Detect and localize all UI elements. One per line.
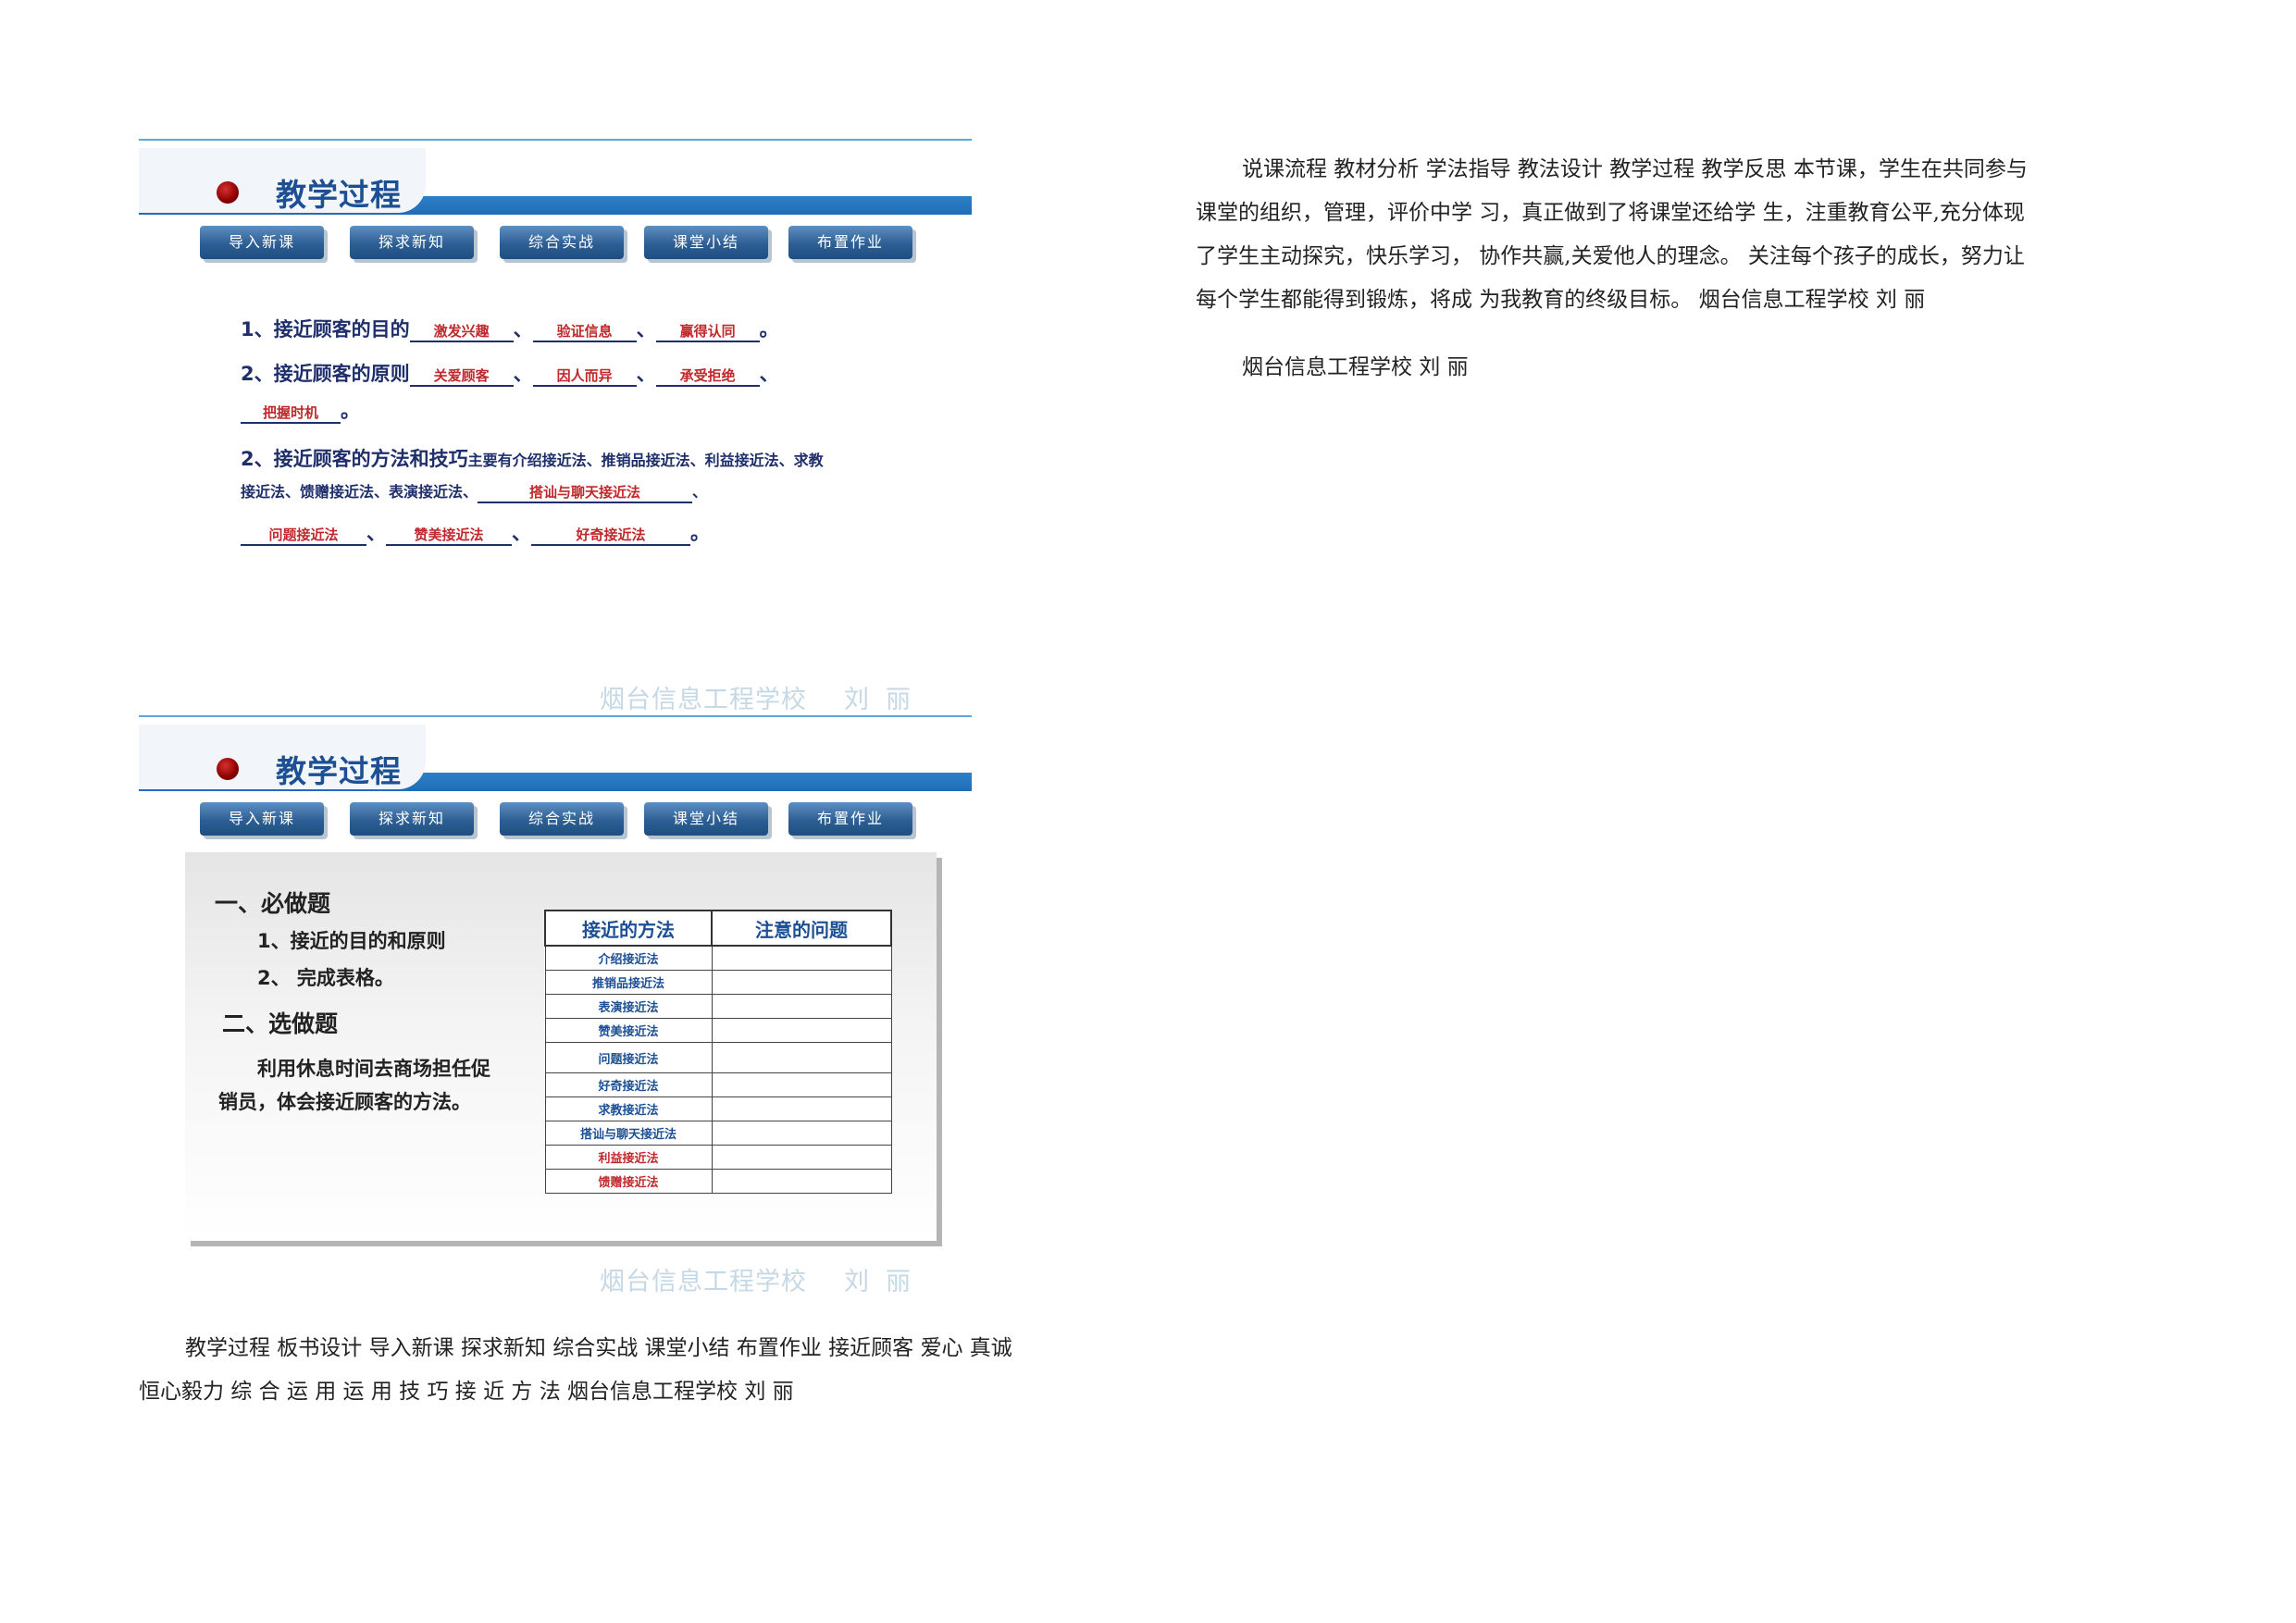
nav-button-homework[interactable]: 布置作业 <box>788 226 912 259</box>
approach-methods-table: 接近的方法 注意的问题 介绍接近法 推销品接近法 表演接近法 赞美接近法 问题接… <box>544 910 892 1194</box>
nav-button-summary[interactable]: 课堂小结 <box>644 226 768 259</box>
paragraph-line: 课堂的组织，管理，评价中学 习，真正做到了将课堂还给学 生，注重教育公平,充分体… <box>1196 201 2025 225</box>
slide-title: 教学过程 <box>276 753 402 789</box>
notes-cell <box>711 1042 892 1073</box>
reflection-paragraph: 说课流程 教材分析 学法指导 教法设计 教学过程 教学反思 本节课，学生在共同参… <box>1196 148 2130 322</box>
fill-blank: 验证信息 <box>532 322 637 342</box>
slide-top-rule <box>139 139 972 141</box>
paragraph-line: 每个学生都能得到锻炼，将成 为我教育的终级目标。 烟台信息工程学校 刘 丽 <box>1196 288 1926 312</box>
signature-line: 烟台信息工程学校 刘 丽 <box>1242 355 1469 379</box>
method-text-cont: 接近法、馈赠接近法、表演接近法、 <box>241 483 478 501</box>
fill-blank: 赢得认同 <box>655 322 760 342</box>
notes-cell <box>711 970 892 995</box>
nav-button-practice[interactable]: 综合实战 <box>500 802 624 836</box>
optional-text-1: 利用休息时间去商场担任促 <box>257 1058 490 1080</box>
purpose-label: 1、接近顾客的目的 <box>241 318 410 341</box>
nav-button-explore[interactable]: 探求新知 <box>350 226 474 259</box>
watermark-school: 烟台信息工程学校 <box>600 1268 807 1296</box>
principle-line-cont: 把握时机。 <box>241 396 360 424</box>
nav-button-intro[interactable]: 导入新课 <box>200 226 324 259</box>
table-row: 求教接近法 <box>544 1096 892 1121</box>
fill-blank: 关爱顾客 <box>409 366 514 387</box>
fill-blank: 赞美接近法 <box>386 526 512 546</box>
paragraph-line: 恒心毅力 综 合 运 用 运 用 技 巧 接 近 方 法 烟台信息工程学校 刘 … <box>139 1380 794 1404</box>
optional-text-2: 销员，体会接近顾客的方法。 <box>218 1091 471 1113</box>
table-row: 介绍接近法 <box>544 945 892 971</box>
bullet-dot-icon <box>217 758 239 780</box>
table-row: 馈赠接近法 <box>544 1169 892 1194</box>
paragraph-line: 教学过程 板书设计 导入新课 探求新知 综合实战 课堂小结 布置作业 接近顾客 … <box>185 1336 1012 1360</box>
method-cell: 利益接近法 <box>544 1145 713 1170</box>
method-cell: 表演接近法 <box>544 994 713 1019</box>
purpose-line: 1、接近顾客的目的 激发兴趣、验证信息、赢得认同。 <box>241 318 779 342</box>
method-label: 2、接近顾客的方法和技巧 <box>241 448 468 470</box>
principle-line: 2、接近顾客的原则 关爱顾客、因人而异、承受拒绝、 <box>241 363 779 387</box>
method-cell: 求教接近法 <box>544 1096 713 1121</box>
method-cell: 推销品接近法 <box>544 970 713 995</box>
slide-nav: 导入新课 探求新知 综合实战 课堂小结 布置作业 <box>200 802 940 841</box>
fill-blank: 把握时机 <box>241 403 341 424</box>
slide-teaching-process-2: 教学过程 导入新课 探求新知 综合实战 课堂小结 布置作业 一、必做题 1、接近… <box>139 715 972 1307</box>
table-row: 赞美接近法 <box>544 1018 892 1043</box>
fill-blank: 好奇接近法 <box>531 526 690 546</box>
method-cell: 好奇接近法 <box>544 1072 713 1097</box>
method-line-cont: 接近法、馈赠接近法、表演接近法、 搭讪与聊天接近法、 <box>241 479 707 503</box>
board-design-paragraph: 教学过程 板书设计 导入新课 探求新知 综合实战 课堂小结 布置作业 接近顾客 … <box>139 1327 1111 1414</box>
watermark-name: 刘丽 <box>844 1268 927 1296</box>
method-line: 2、接近顾客的方法和技巧主要有介绍接近法、推销品接近法、利益接近法、求教 <box>241 444 824 472</box>
nav-button-intro[interactable]: 导入新课 <box>200 802 324 836</box>
nav-button-summary[interactable]: 课堂小结 <box>644 802 768 836</box>
slide-top-rule <box>139 715 972 717</box>
table-row: 推销品接近法 <box>544 970 892 995</box>
method-cell: 介绍接近法 <box>544 945 713 971</box>
table-row: 问题接近法 <box>544 1042 892 1073</box>
fill-blank: 问题接近法 <box>241 526 366 546</box>
notes-cell <box>711 1096 892 1121</box>
watermark-name: 刘丽 <box>844 686 927 714</box>
nav-button-explore[interactable]: 探求新知 <box>350 802 474 836</box>
paragraph-line: 说课流程 教材分析 学法指导 教法设计 教学过程 教学反思 本节课，学生在共同参… <box>1242 157 2028 181</box>
slide-teaching-process-1: 教学过程 导入新课 探求新知 综合实战 课堂小结 布置作业 1、接近顾客的目的激… <box>139 139 972 722</box>
method-cell: 馈赠接近法 <box>544 1169 713 1194</box>
nav-button-practice[interactable]: 综合实战 <box>500 226 624 259</box>
notes-cell <box>711 1121 892 1146</box>
slide-watermark: 烟台信息工程学校 刘丽 <box>600 1261 927 1297</box>
method-cell: 搭讪与聊天接近法 <box>544 1121 713 1146</box>
required-item-2: 2、 完成表格。 <box>257 967 394 989</box>
principle-label: 2、接近顾客的原则 <box>241 363 410 385</box>
notes-cell <box>711 994 892 1019</box>
table-row: 利益接近法 <box>544 1145 892 1170</box>
slide-nav: 导入新课 探求新知 综合实战 课堂小结 布置作业 <box>200 226 940 265</box>
table-row: 搭讪与聊天接近法 <box>544 1121 892 1146</box>
slide-watermark: 烟台信息工程学校 刘丽 <box>600 679 927 715</box>
required-heading: 一、必做题 <box>215 890 331 917</box>
fill-blank: 激发兴趣 <box>409 322 514 342</box>
table-row: 好奇接近法 <box>544 1072 892 1097</box>
method-cell: 问题接近法 <box>544 1042 713 1073</box>
watermark-school: 烟台信息工程学校 <box>600 686 807 714</box>
fill-blank: 承受拒绝 <box>655 366 760 387</box>
slide-title: 教学过程 <box>276 177 402 213</box>
paragraph-line: 了学生主动探究，快乐学习， 协作共赢,关爱他人的理念。 关注每个孩子的成长，努力… <box>1196 244 2025 268</box>
fill-blank: 搭讪与聊天接近法 <box>478 483 693 503</box>
method-cell: 赞美接近法 <box>544 1018 713 1043</box>
optional-heading: 二、选做题 <box>222 1010 339 1037</box>
notes-cell <box>711 1018 892 1043</box>
fill-blank: 因人而异 <box>532 366 637 387</box>
table-header-notes: 注意的问题 <box>711 910 892 947</box>
homework-panel: 一、必做题 1、接近的目的和原则 2、 完成表格。 二、选做题 利用休息时间去商… <box>185 852 937 1241</box>
slide-banner: 教学过程 <box>139 146 972 239</box>
notes-cell <box>711 1072 892 1097</box>
table-header-method: 接近的方法 <box>544 910 713 947</box>
method-text: 主要有介绍接近法、推销品接近法、利益接近法、求教 <box>467 452 824 469</box>
notes-cell <box>711 1169 892 1194</box>
required-item-1: 1、接近的目的和原则 <box>257 930 446 952</box>
notes-cell <box>711 945 892 971</box>
notes-cell <box>711 1145 892 1170</box>
slide-banner: 教学过程 <box>139 723 972 815</box>
bullet-dot-icon <box>217 181 239 204</box>
method-blanks-line: 问题接近法、赞美接近法、好奇接近法。 <box>241 518 710 546</box>
table-row: 表演接近法 <box>544 994 892 1019</box>
nav-button-homework[interactable]: 布置作业 <box>788 802 912 836</box>
